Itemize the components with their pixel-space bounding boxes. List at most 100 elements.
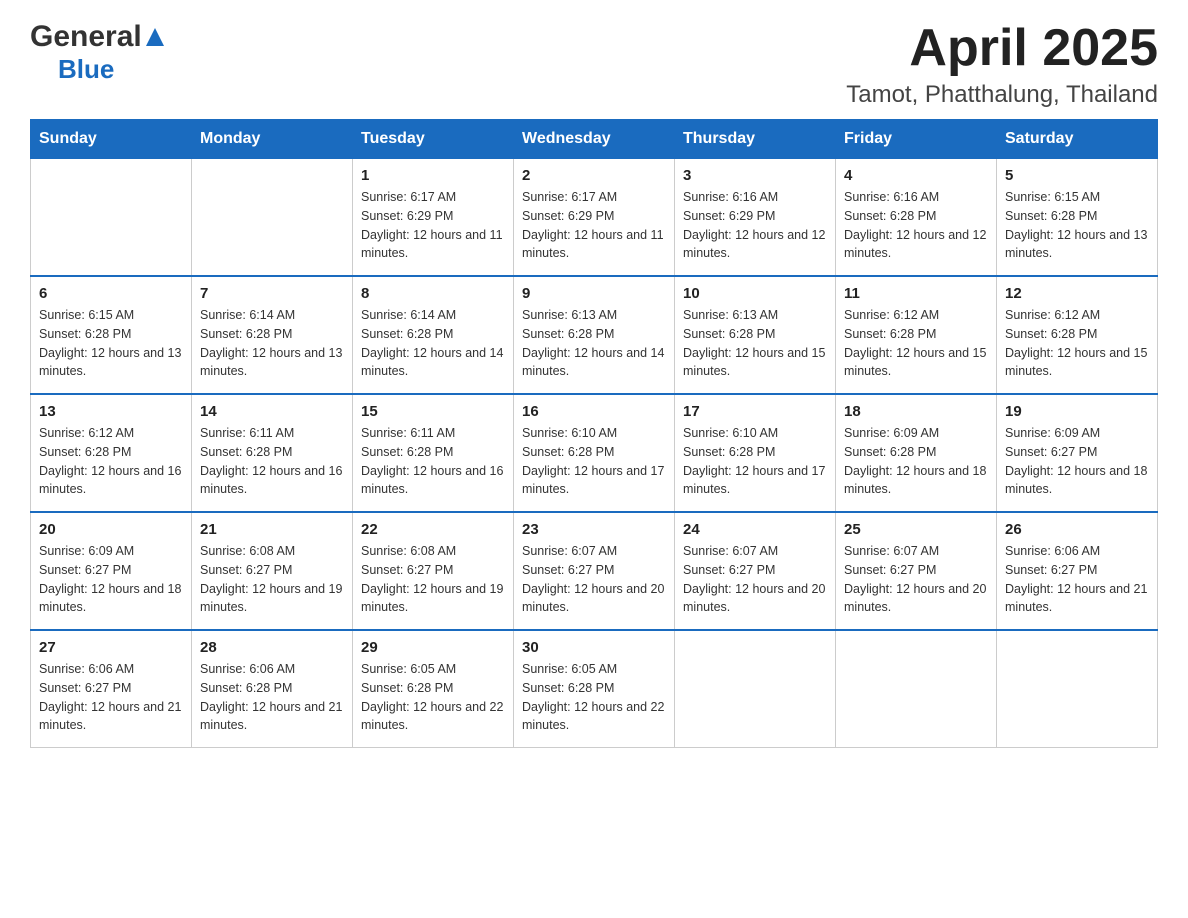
header: General Blue April 2025 Tamot, Phatthalu… [30,20,1158,109]
logo-triangle-icon [146,28,164,51]
calendar-cell: 4 Sunrise: 6:16 AMSunset: 6:28 PMDaylight… [836,159,997,277]
calendar-week-1: 1 Sunrise: 6:17 AMSunset: 6:29 PMDaylight… [31,159,1158,277]
day-number: 24 [683,521,827,538]
day-detail: Sunrise: 6:11 AMSunset: 6:28 PMDaylight:… [200,424,344,499]
calendar-cell: 16 Sunrise: 6:10 AMSunset: 6:28 PMDayligh… [514,394,675,512]
day-number: 18 [844,403,988,420]
day-number: 10 [683,285,827,302]
day-number: 20 [39,521,183,538]
calendar-cell: 24 Sunrise: 6:07 AMSunset: 6:27 PMDayligh… [675,512,836,630]
day-number: 29 [361,639,505,656]
day-of-week-thursday: Thursday [675,120,836,159]
day-detail: Sunrise: 6:08 AMSunset: 6:27 PMDaylight:… [200,542,344,617]
day-detail: Sunrise: 6:05 AMSunset: 6:28 PMDaylight:… [361,660,505,735]
day-number: 30 [522,639,666,656]
calendar-cell: 9 Sunrise: 6:13 AMSunset: 6:28 PMDaylight… [514,276,675,394]
day-of-week-tuesday: Tuesday [353,120,514,159]
day-number: 14 [200,403,344,420]
day-detail: Sunrise: 6:12 AMSunset: 6:28 PMDaylight:… [1005,306,1149,381]
calendar-cell: 23Sunrise: 6:07 AMSunset: 6:27 PMDayligh… [514,512,675,630]
day-header-row: SundayMondayTuesdayWednesdayThursdayFrid… [31,120,1158,159]
day-detail: Sunrise: 6:08 AMSunset: 6:27 PMDaylight:… [361,542,505,617]
day-number: 22 [361,521,505,538]
day-of-week-saturday: Saturday [997,120,1158,159]
calendar-cell: 29 Sunrise: 6:05 AMSunset: 6:28 PMDayligh… [353,630,514,748]
calendar-cell: 10 Sunrise: 6:13 AMSunset: 6:28 PMDayligh… [675,276,836,394]
calendar-cell: 13Sunrise: 6:12 AMSunset: 6:28 PMDayligh… [31,394,192,512]
calendar-week-3: 13Sunrise: 6:12 AMSunset: 6:28 PMDayligh… [31,394,1158,512]
calendar-cell: 17Sunrise: 6:10 AMSunset: 6:28 PMDayligh… [675,394,836,512]
day-detail: Sunrise: 6:07 AMSunset: 6:27 PMDaylight:… [522,542,666,617]
day-detail: Sunrise: 6:13 AMSunset: 6:28 PMDaylight:… [683,306,827,381]
day-detail: Sunrise: 6:14 AMSunset: 6:28 PMDaylight:… [361,306,505,381]
day-detail: Sunrise: 6:16 AMSunset: 6:29 PMDaylight:… [683,188,827,263]
calendar-cell: 21Sunrise: 6:08 AMSunset: 6:27 PMDayligh… [192,512,353,630]
day-detail: Sunrise: 6:15 AMSunset: 6:28 PMDaylight:… [1005,188,1149,263]
calendar-cell: 2Sunrise: 6:17 AMSunset: 6:29 PMDaylight… [514,159,675,277]
day-detail: Sunrise: 6:13 AMSunset: 6:28 PMDaylight:… [522,306,666,381]
calendar-cell: 20Sunrise: 6:09 AMSunset: 6:27 PMDayligh… [31,512,192,630]
calendar-cell: 8 Sunrise: 6:14 AMSunset: 6:28 PMDaylight… [353,276,514,394]
day-detail: Sunrise: 6:05 AMSunset: 6:28 PMDaylight:… [522,660,666,735]
day-number: 11 [844,285,988,302]
day-number: 15 [361,403,505,420]
day-number: 7 [200,285,344,302]
logo-blue-text: Blue [58,54,114,85]
day-detail: Sunrise: 6:15 AMSunset: 6:28 PMDaylight:… [39,306,183,381]
calendar-body: 1 Sunrise: 6:17 AMSunset: 6:29 PMDaylight… [31,159,1158,748]
logo: General Blue [30,20,164,85]
day-number: 8 [361,285,505,302]
calendar-cell [997,630,1158,748]
calendar-week-2: 6 Sunrise: 6:15 AMSunset: 6:28 PMDaylight… [31,276,1158,394]
title-block: April 2025 Tamot, Phatthalung, Thailand [846,20,1158,109]
day-of-week-wednesday: Wednesday [514,120,675,159]
day-number: 12 [1005,285,1149,302]
day-detail: Sunrise: 6:17 AMSunset: 6:29 PMDaylight:… [361,188,505,263]
day-number: 4 [844,167,988,184]
calendar-cell [31,159,192,277]
calendar-cell: 22 Sunrise: 6:08 AMSunset: 6:27 PMDayligh… [353,512,514,630]
calendar-cell: 3 Sunrise: 6:16 AMSunset: 6:29 PMDaylight… [675,159,836,277]
day-number: 1 [361,167,505,184]
day-detail: Sunrise: 6:11 AMSunset: 6:28 PMDaylight:… [361,424,505,499]
calendar-cell: 11Sunrise: 6:12 AMSunset: 6:28 PMDayligh… [836,276,997,394]
calendar-cell: 6 Sunrise: 6:15 AMSunset: 6:28 PMDaylight… [31,276,192,394]
day-number: 5 [1005,167,1149,184]
day-number: 6 [39,285,183,302]
day-detail: Sunrise: 6:06 AMSunset: 6:28 PMDaylight:… [200,660,344,735]
day-number: 9 [522,285,666,302]
calendar-cell: 14 Sunrise: 6:11 AMSunset: 6:28 PMDayligh… [192,394,353,512]
calendar-cell: 18 Sunrise: 6:09 AMSunset: 6:28 PMDayligh… [836,394,997,512]
day-detail: Sunrise: 6:06 AMSunset: 6:27 PMDaylight:… [1005,542,1149,617]
calendar-cell [836,630,997,748]
calendar-header: SundayMondayTuesdayWednesdayThursdayFrid… [31,120,1158,159]
logo-general-text: General [30,20,142,54]
calendar-cell: 25Sunrise: 6:07 AMSunset: 6:27 PMDayligh… [836,512,997,630]
calendar-week-5: 27Sunrise: 6:06 AMSunset: 6:27 PMDayligh… [31,630,1158,748]
day-number: 2 [522,167,666,184]
day-detail: Sunrise: 6:14 AMSunset: 6:28 PMDaylight:… [200,306,344,381]
day-detail: Sunrise: 6:16 AMSunset: 6:28 PMDaylight:… [844,188,988,263]
calendar-table: SundayMondayTuesdayWednesdayThursdayFrid… [30,119,1158,748]
day-number: 25 [844,521,988,538]
day-number: 26 [1005,521,1149,538]
day-detail: Sunrise: 6:09 AMSunset: 6:28 PMDaylight:… [844,424,988,499]
calendar-cell: 30 Sunrise: 6:05 AMSunset: 6:28 PMDayligh… [514,630,675,748]
day-number: 13 [39,403,183,420]
day-number: 28 [200,639,344,656]
calendar-cell: 26 Sunrise: 6:06 AMSunset: 6:27 PMDayligh… [997,512,1158,630]
day-number: 19 [1005,403,1149,420]
calendar-cell: 19Sunrise: 6:09 AMSunset: 6:27 PMDayligh… [997,394,1158,512]
day-number: 3 [683,167,827,184]
calendar-cell: 27Sunrise: 6:06 AMSunset: 6:27 PMDayligh… [31,630,192,748]
calendar-title: April 2025 [846,20,1158,77]
calendar-cell: 7 Sunrise: 6:14 AMSunset: 6:28 PMDaylight… [192,276,353,394]
day-number: 17 [683,403,827,420]
day-detail: Sunrise: 6:07 AMSunset: 6:27 PMDaylight:… [683,542,827,617]
calendar-cell [192,159,353,277]
day-number: 16 [522,403,666,420]
day-detail: Sunrise: 6:06 AMSunset: 6:27 PMDaylight:… [39,660,183,735]
calendar-cell: 28 Sunrise: 6:06 AMSunset: 6:28 PMDayligh… [192,630,353,748]
day-detail: Sunrise: 6:10 AMSunset: 6:28 PMDaylight:… [522,424,666,499]
day-of-week-monday: Monday [192,120,353,159]
